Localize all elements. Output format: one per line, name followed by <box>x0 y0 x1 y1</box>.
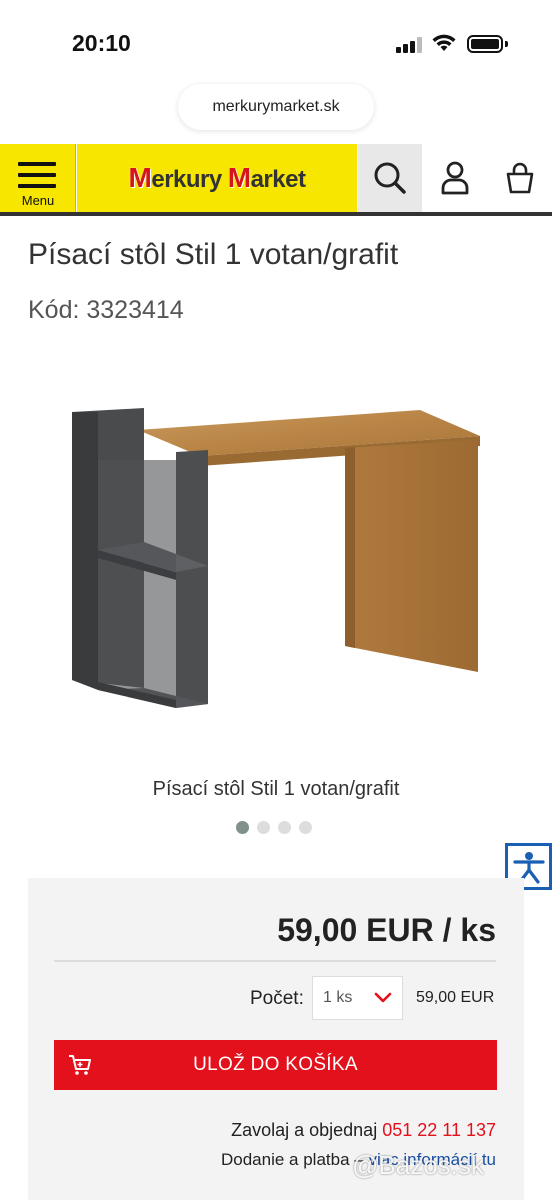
search-icon <box>374 162 406 194</box>
menu-label: Menu <box>21 193 55 208</box>
gallery-dot[interactable] <box>299 821 312 834</box>
merkury-market-logo: Merkury Market <box>128 162 306 193</box>
add-to-cart-icon <box>69 1055 91 1075</box>
cart-button[interactable] <box>488 144 552 212</box>
status-time: 20:10 <box>72 30 131 56</box>
call-text: Zavolaj a objednaj <box>231 1120 378 1140</box>
product-title: Písací stôl Stil 1 votan/grafit <box>28 238 399 271</box>
cart-icon <box>506 162 534 194</box>
bazos-watermark: @Bazos.sk <box>352 1150 484 1180</box>
account-button[interactable] <box>424 144 486 212</box>
delivery-text: Dodanie a platba – <box>220 1150 364 1169</box>
gallery-pagination <box>236 821 312 834</box>
image-caption: Písací stôl Stil 1 votan/grafit <box>152 778 400 800</box>
battery-icon <box>467 35 503 53</box>
site-header: Menu Merkury Market <box>0 144 552 216</box>
call-to-order: Zavolaj a objednaj 051 22 11 137 <box>231 1120 496 1141</box>
menu-icon <box>18 162 56 195</box>
product-price: 59,00 EUR / ks <box>277 912 496 948</box>
quantity-value: 1 ks <box>323 989 353 1006</box>
signal-icon <box>396 37 422 53</box>
add-to-cart-button[interactable]: ULOŽ DO KOŠÍKA <box>54 1040 497 1090</box>
menu-button[interactable]: Menu <box>0 144 76 212</box>
product-code: Kód: 3323414 <box>28 296 184 324</box>
user-icon <box>441 161 469 195</box>
wifi-icon <box>432 34 456 51</box>
gallery-dot[interactable] <box>257 821 270 834</box>
product-image[interactable] <box>60 400 490 710</box>
address-url: merkurymarket.sk <box>212 98 340 115</box>
search-button[interactable] <box>358 144 422 212</box>
phone-link[interactable]: 051 22 11 137 <box>382 1120 496 1140</box>
add-to-cart-label: ULOŽ DO KOŠÍKA <box>193 1054 358 1075</box>
gallery-dot[interactable] <box>236 821 249 834</box>
gallery-dot[interactable] <box>278 821 291 834</box>
address-bar[interactable]: merkurymarket.sk <box>178 84 374 130</box>
chevron-down-icon <box>374 992 392 1003</box>
quantity-total: 59,00 EUR <box>416 989 495 1006</box>
quantity-select[interactable]: 1 ks <box>312 976 403 1020</box>
logo-link[interactable]: Merkury Market <box>77 144 357 212</box>
divider <box>54 960 496 962</box>
status-bar: 20:10 <box>0 0 552 88</box>
quantity-label: Počet: <box>250 988 304 1009</box>
